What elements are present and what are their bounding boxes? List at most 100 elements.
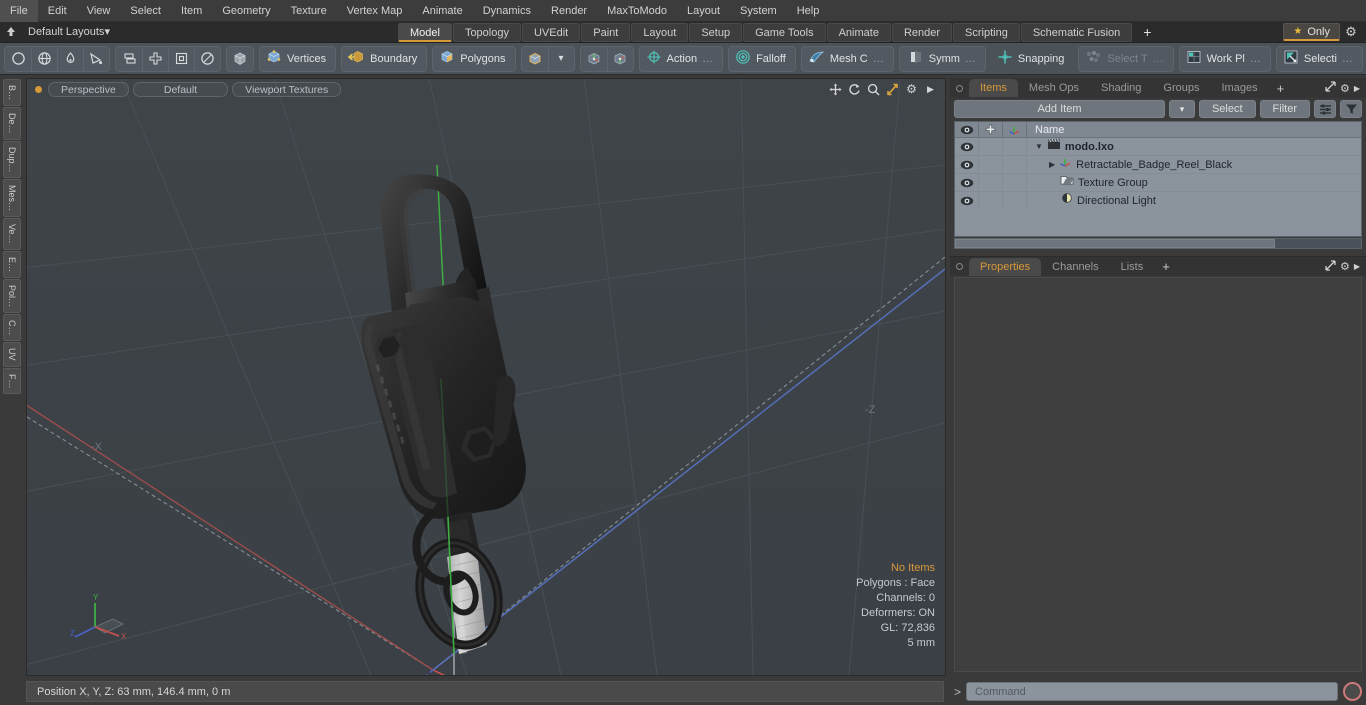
table-row[interactable]: ▶ Retractable_Badge_Reel_Black <box>955 155 1361 174</box>
row-axis-cell[interactable] <box>1003 155 1027 174</box>
menu-item-animate[interactable]: Animate <box>412 0 472 22</box>
row-visibility-eye-icon[interactable] <box>955 192 979 210</box>
tab-images[interactable]: Images <box>1211 79 1269 97</box>
expander-icon[interactable]: ▶ <box>1049 156 1055 174</box>
layout-tab-scripting[interactable]: Scripting <box>953 22 1020 42</box>
layout-tab-layout[interactable]: Layout <box>631 22 689 42</box>
curve-icon[interactable] <box>83 46 109 71</box>
item-mode-dropdown[interactable]: ▾ <box>547 46 574 71</box>
table-row[interactable]: ▼ modo.lxo <box>955 137 1361 156</box>
row-lock-cell[interactable] <box>979 173 1003 192</box>
add-panel-tab-button[interactable]: + <box>1269 81 1293 96</box>
menu-item-layout[interactable]: Layout <box>677 0 730 22</box>
row-lock-cell[interactable] <box>979 192 1003 210</box>
add-item-dropdown[interactable]: ▾ <box>1168 100 1195 118</box>
menu-item-vertex-map[interactable]: Vertex Map <box>337 0 413 22</box>
radial-icon[interactable] <box>194 46 220 71</box>
menu-item-dynamics[interactable]: Dynamics <box>473 0 541 22</box>
circle-icon[interactable] <box>5 47 31 71</box>
mode-boundary-button[interactable]: Boundary <box>341 45 428 72</box>
scrollbar-thumb[interactable] <box>955 239 1275 248</box>
mode-vertices-button[interactable]: Vertices <box>259 45 337 72</box>
only-toggle-button[interactable]: ★ Only <box>1283 23 1340 41</box>
funnel-icon[interactable] <box>1340 100 1362 118</box>
menu-item-system[interactable]: System <box>730 0 787 22</box>
record-icon[interactable] <box>1343 682 1362 701</box>
viewport-menu-dot[interactable] <box>35 85 42 93</box>
layout-tab-model[interactable]: Model <box>397 22 452 42</box>
globe-icon[interactable] <box>31 46 57 71</box>
table-row[interactable]: Directional Light <box>955 192 1361 210</box>
properties-menu-dot[interactable] <box>956 263 963 270</box>
menu-item-file[interactable]: File <box>0 0 38 22</box>
add-properties-tab-button[interactable]: + <box>1154 259 1178 274</box>
menu-item-view[interactable]: View <box>77 0 121 22</box>
left-tab-fusion[interactable]: F… <box>3 367 21 395</box>
tab-groups[interactable]: Groups <box>1152 79 1210 97</box>
row-visibility-eye-icon[interactable] <box>955 137 979 156</box>
gear-icon[interactable]: ⚙ <box>1340 24 1362 40</box>
left-tab-duplicate[interactable]: Dup… <box>3 140 21 179</box>
chevron-right-icon[interactable]: ▶ <box>1354 84 1360 93</box>
layout-tab-render[interactable]: Render <box>891 22 953 42</box>
left-tab-uv[interactable]: UV <box>3 342 21 367</box>
zoom-icon[interactable] <box>865 81 882 98</box>
layout-tab-topology[interactable]: Topology <box>452 22 521 42</box>
axis-gizmo[interactable]: Y X Z <box>69 591 133 647</box>
row-axis-cell[interactable] <box>1003 137 1027 156</box>
row-lock-cell[interactable] <box>979 155 1003 174</box>
add-item-button[interactable]: Add Item <box>954 100 1165 118</box>
tab-mesh-ops[interactable]: Mesh Ops <box>1018 79 1090 97</box>
tab-shading[interactable]: Shading <box>1090 79 1152 97</box>
axis-pivot-icon[interactable] <box>581 47 607 71</box>
left-tab-edge[interactable]: E… <box>3 250 21 278</box>
viewport-view-button[interactable]: Perspective <box>48 81 129 97</box>
home-icon[interactable] <box>0 22 22 43</box>
panel-menu-dot[interactable] <box>956 84 963 92</box>
select-button[interactable]: Select <box>1198 100 1256 118</box>
selection-button[interactable]: Selecti … <box>1275 45 1363 72</box>
chevron-right-icon[interactable]: ▶ <box>922 81 939 98</box>
expand-icon[interactable] <box>1325 259 1336 274</box>
select-through-button[interactable]: Select T … <box>1078 45 1174 72</box>
tab-properties[interactable]: Properties <box>969 257 1042 276</box>
left-tab-polygon[interactable]: Pol… <box>3 278 21 313</box>
command-input[interactable]: Command <box>966 682 1338 701</box>
left-tab-vertex[interactable]: Ve… <box>3 218 21 250</box>
default-layouts-menu[interactable]: Default Layouts▾ <box>22 22 118 43</box>
menu-item-geometry[interactable]: Geometry <box>212 0 280 22</box>
chevron-right-icon[interactable]: ▶ <box>1354 262 1360 271</box>
align-icon[interactable] <box>116 47 142 71</box>
mesh-constraint-button[interactable]: Mesh C … <box>800 45 894 72</box>
sliders-icon[interactable] <box>1314 100 1336 118</box>
layout-tab-setup[interactable]: Setup <box>689 22 743 42</box>
center-icon[interactable] <box>142 46 168 71</box>
rotate-icon[interactable] <box>846 81 863 98</box>
viewport-gear-icon[interactable]: ⚙ <box>903 81 920 98</box>
tab-items[interactable]: Items <box>969 79 1018 97</box>
layout-tab-schematic-fusion[interactable]: Schematic Fusion <box>1020 22 1133 42</box>
layout-tab-animate[interactable]: Animate <box>826 22 891 42</box>
pan-icon[interactable] <box>827 81 844 98</box>
viewport-3d[interactable]: -X -Z Perspective Default Viewport Textu… <box>26 78 946 676</box>
left-tab-deform[interactable]: De… <box>3 107 21 140</box>
menu-item-item[interactable]: Item <box>171 0 212 22</box>
layout-tab-uvedit[interactable]: UVEdit <box>521 22 581 42</box>
pen-icon[interactable] <box>57 46 83 71</box>
filter-button[interactable]: Filter <box>1259 100 1310 118</box>
menu-item-render[interactable]: Render <box>541 0 597 22</box>
viewport-shading-button[interactable]: Default <box>132 81 229 97</box>
viewport-textures-button[interactable]: Viewport Textures <box>232 81 342 97</box>
layout-tab-game-tools[interactable]: Game Tools <box>743 22 826 42</box>
work-plane-button[interactable]: Work Pl … <box>1178 45 1271 72</box>
menu-item-maxtomodo[interactable]: MaxToModo <box>597 0 677 22</box>
menu-item-texture[interactable]: Texture <box>281 0 337 22</box>
expander-icon[interactable]: ▼ <box>1035 138 1043 156</box>
table-row[interactable]: Texture Group <box>955 173 1361 192</box>
menu-item-select[interactable]: Select <box>120 0 171 22</box>
cube-solid-icon[interactable] <box>227 47 253 71</box>
tab-lists[interactable]: Lists <box>1110 258 1155 276</box>
row-axis-cell[interactable] <box>1003 192 1027 210</box>
gear-icon[interactable]: ⚙ <box>1340 82 1350 95</box>
menu-item-edit[interactable]: Edit <box>38 0 77 22</box>
